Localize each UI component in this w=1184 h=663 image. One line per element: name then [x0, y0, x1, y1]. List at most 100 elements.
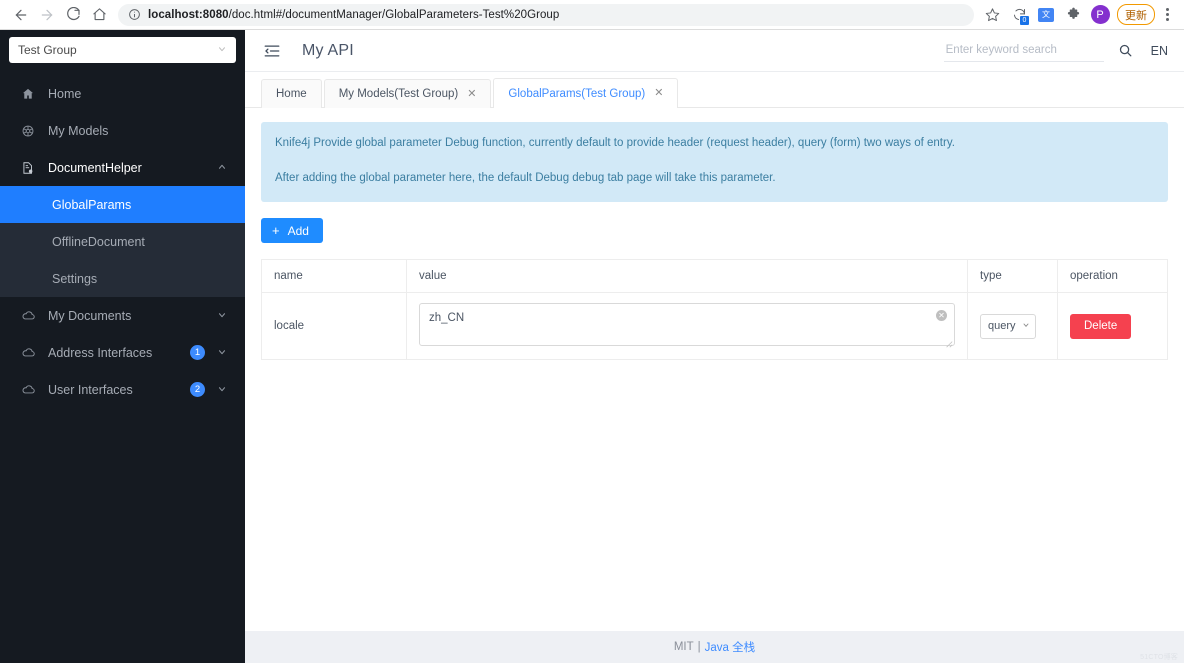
chevron-up-icon: [217, 162, 227, 174]
search-input[interactable]: [943, 42, 1108, 57]
close-icon[interactable]: ✕: [467, 88, 476, 100]
footer-license: MIT: [673, 641, 694, 653]
back-button[interactable]: [8, 2, 34, 28]
sidebar-item-label: User Interfaces: [48, 382, 133, 397]
chevron-down-icon: [217, 347, 227, 359]
table-header-row: name value type operation: [261, 259, 1168, 294]
browser-toolbar: localhost:8080/doc.html#/documentManager…: [0, 0, 1184, 30]
sidebar: Test Group Home My Models DocumentHelper…: [0, 30, 245, 663]
sidebar-item-address-interfaces[interactable]: Address Interfaces 1: [0, 334, 245, 371]
chevron-down-icon: [217, 384, 227, 396]
table-row: locale ✕ query: [261, 292, 1168, 360]
sidebar-menu: Home My Models DocumentHelper GlobalPara…: [0, 75, 245, 408]
address-bar[interactable]: localhost:8080/doc.html#/documentManager…: [118, 3, 974, 26]
sidebar-badge: 1: [190, 345, 205, 360]
footer: MIT | Java 全栈 51CTO博客: [245, 631, 1184, 663]
footer-link[interactable]: Java 全栈: [705, 639, 756, 655]
url-path: /doc.html#/documentManager/GlobalParamet…: [228, 8, 560, 21]
page-title: My API: [302, 41, 354, 59]
chevron-down-icon: [1022, 321, 1030, 331]
group-selector[interactable]: Test Group: [9, 37, 236, 63]
sidebar-item-my-models[interactable]: My Models: [0, 112, 245, 149]
chevron-down-icon: [217, 310, 227, 322]
content-area: Knife4j Provide global parameter Debug f…: [245, 108, 1184, 631]
browser-menu-button[interactable]: [1158, 3, 1176, 27]
cell-type: query: [967, 292, 1058, 360]
type-select-value: query: [988, 320, 1016, 333]
language-toggle[interactable]: EN: [1151, 44, 1168, 58]
plus-icon: +: [272, 223, 280, 239]
tab-label: GlobalParams(Test Group): [508, 87, 646, 100]
sidebar-item-my-documents[interactable]: My Documents: [0, 297, 245, 334]
sidebar-subitem-label: Settings: [52, 271, 98, 286]
sidebar-subitem-label: OfflineDocument: [52, 234, 145, 249]
cloud-icon: [20, 308, 36, 323]
search-field-wrap[interactable]: [943, 40, 1108, 62]
cloud-icon: [20, 345, 36, 360]
tab-globalparams[interactable]: GlobalParams(Test Group) ✕: [493, 78, 679, 108]
footer-separator: |: [697, 641, 701, 653]
sidebar-item-documenthelper[interactable]: DocumentHelper: [0, 149, 245, 186]
sync-badge: 0: [1019, 14, 1030, 26]
tab-my-models[interactable]: My Models(Test Group) ✕: [323, 79, 492, 108]
column-header-value: value: [406, 259, 968, 294]
sidebar-item-settings[interactable]: Settings: [0, 260, 245, 297]
home-icon: [20, 87, 36, 101]
group-selector-value: Test Group: [18, 43, 77, 57]
cell-operation: Delete: [1057, 292, 1168, 360]
menu-fold-icon[interactable]: [263, 42, 281, 60]
forward-button[interactable]: [34, 2, 60, 28]
tab-label: Home: [276, 88, 307, 100]
add-button[interactable]: + Add: [261, 218, 323, 244]
extensions-puzzle-icon[interactable]: [1061, 3, 1085, 27]
sidebar-item-offlinedocument[interactable]: OfflineDocument: [0, 223, 245, 260]
translate-icon[interactable]: 文: [1034, 3, 1058, 27]
alert-line-1: Knife4j Provide global parameter Debug f…: [275, 137, 955, 149]
update-button[interactable]: 更新: [1117, 4, 1155, 25]
url-host: localhost:8080: [148, 8, 229, 21]
watermark: 51CTO博客: [1140, 654, 1178, 661]
documenthelper-submenu: GlobalParams OfflineDocument Settings: [0, 186, 245, 297]
sidebar-item-label: DocumentHelper: [48, 160, 142, 175]
bookmark-star-icon[interactable]: [980, 3, 1004, 27]
tab-bar: Home My Models(Test Group) ✕ GlobalParam…: [245, 72, 1184, 108]
add-button-label: Add: [287, 223, 309, 238]
url-text: localhost:8080/doc.html#/documentManager…: [148, 9, 559, 21]
value-textarea[interactable]: [419, 303, 955, 347]
sidebar-badge: 2: [190, 382, 205, 397]
profile-avatar[interactable]: P: [1088, 3, 1112, 27]
sidebar-item-globalparams[interactable]: GlobalParams: [0, 186, 245, 223]
type-select[interactable]: query: [980, 313, 1036, 339]
delete-button[interactable]: Delete: [1070, 313, 1132, 339]
app-header: My API EN: [245, 30, 1184, 72]
cell-value: ✕: [406, 292, 968, 360]
site-info-icon[interactable]: [128, 8, 141, 21]
models-icon: [20, 124, 36, 138]
document-gear-icon: [20, 161, 36, 175]
column-header-operation: operation: [1057, 259, 1168, 294]
browser-actions: 0 文 P 更新: [980, 3, 1176, 27]
cell-name: locale: [261, 292, 407, 360]
tab-home[interactable]: Home: [261, 79, 322, 108]
sidebar-item-user-interfaces[interactable]: User Interfaces 2: [0, 371, 245, 408]
close-icon[interactable]: ✕: [654, 88, 663, 99]
search-icon[interactable]: [1118, 43, 1133, 58]
global-params-table: name value type operation locale ✕: [261, 259, 1168, 361]
alert-line-2: After adding the global parameter here, …: [275, 171, 776, 184]
value-textarea-wrap: ✕: [419, 303, 955, 349]
avatar-initial: P: [1090, 5, 1110, 24]
sync-icon[interactable]: 0: [1007, 3, 1031, 27]
home-button[interactable]: [86, 2, 112, 28]
reload-button[interactable]: [60, 2, 86, 28]
cloud-icon: [20, 382, 36, 397]
translate-glyph: 文: [1038, 7, 1054, 22]
header-actions: EN: [943, 40, 1168, 62]
sidebar-item-home[interactable]: Home: [0, 75, 245, 112]
clear-icon[interactable]: ✕: [936, 310, 947, 322]
chevron-down-icon: [217, 44, 227, 57]
tab-label: My Models(Test Group): [338, 88, 459, 100]
sidebar-subitem-label: GlobalParams: [52, 197, 132, 212]
sidebar-item-label: My Models: [48, 123, 109, 138]
sidebar-item-label: My Documents: [48, 308, 132, 323]
main-area: My API EN Home My Models(Test Group) ✕ G…: [245, 30, 1184, 663]
